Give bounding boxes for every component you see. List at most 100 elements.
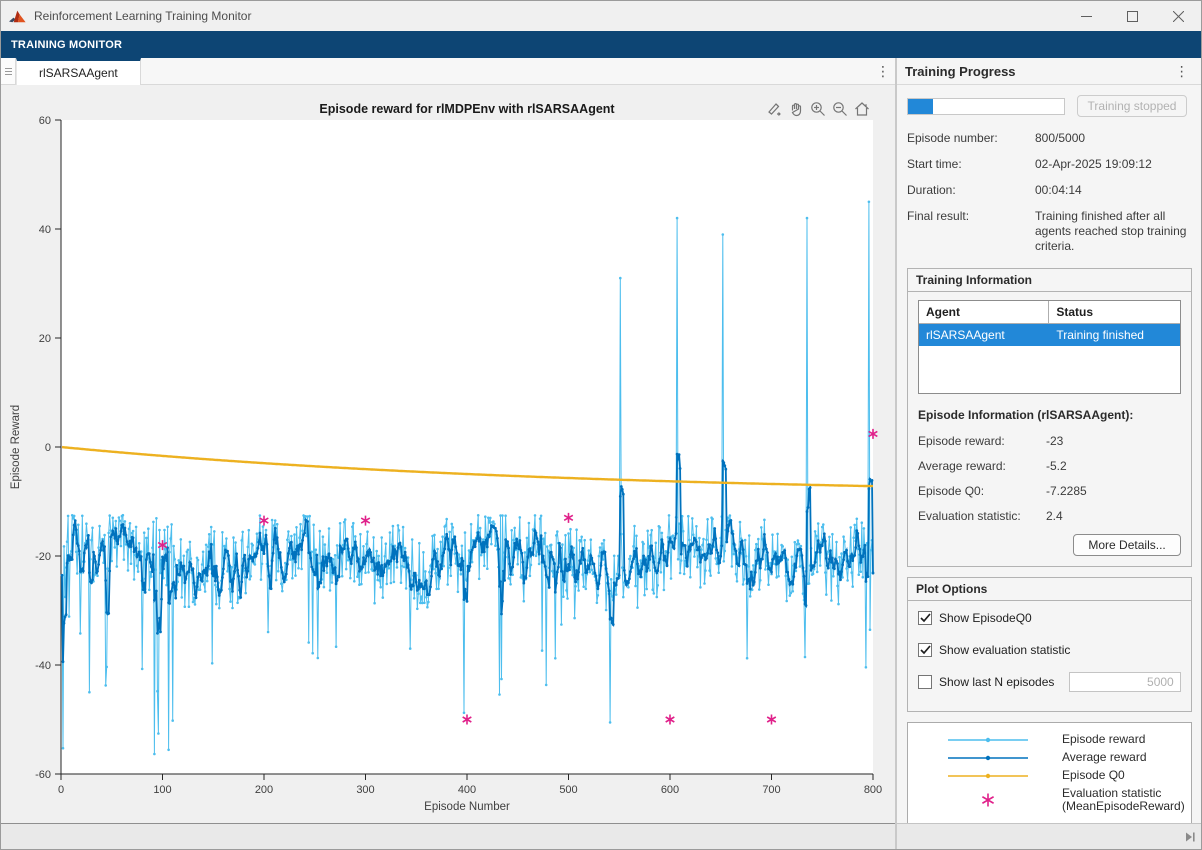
zoom-in-icon[interactable] — [808, 99, 827, 118]
title-bar: Reinforcement Learning Training Monitor — [1, 1, 1201, 31]
cell-status: Training finished — [1049, 324, 1179, 346]
svg-text:400: 400 — [458, 784, 476, 796]
episode-reward-line-swatch — [914, 736, 1062, 744]
cell-agent: rlSARSAAgent — [919, 324, 1049, 346]
stat-value: -5.2 — [1046, 459, 1067, 473]
checkbox-label: Show last N episodes — [939, 675, 1054, 689]
svg-text:-60: -60 — [35, 769, 51, 781]
restore-view-icon[interactable] — [852, 99, 871, 118]
stat-label: Evaluation statistic: — [918, 509, 1046, 523]
show-evaluation-statistic-row: Show evaluation statistic — [918, 641, 1181, 659]
stat-label: Average reward: — [918, 459, 1046, 473]
episode-information-header: Episode Information (rlSARSAAgent): — [918, 408, 1181, 422]
training-progress-bar — [907, 98, 1065, 115]
zoom-out-icon[interactable] — [830, 99, 849, 118]
show-evaluation-statistic-checkbox[interactable] — [918, 643, 932, 657]
show-episodeq0-row: Show EpisodeQ0 — [918, 609, 1181, 627]
legend-label: Episode reward — [1062, 733, 1145, 746]
tab-list-button[interactable] — [1, 58, 16, 84]
svg-text:-40: -40 — [35, 660, 51, 672]
toolstrip: TRAINING MONITOR — [1, 31, 1201, 58]
training-information-header: Training Information — [908, 269, 1191, 292]
close-button[interactable] — [1155, 1, 1201, 31]
evaluation-statistic-asterisk-swatch — [914, 791, 1062, 809]
field-value: Training finished after all agents reach… — [1035, 209, 1187, 254]
svg-text:300: 300 — [356, 784, 374, 796]
training-chart[interactable]: Episode reward for rlMDPEnv with rlSARSA… — [1, 85, 895, 823]
svg-text:-20: -20 — [35, 551, 51, 563]
legend-item-average-reward: Average reward — [914, 751, 1185, 764]
edit-plot-icon[interactable] — [764, 99, 783, 118]
checkbox-label: Show evaluation statistic — [939, 643, 1070, 657]
legend-item-evaluation-statistic: Evaluation statistic (MeanEpisodeReward) — [914, 787, 1185, 813]
column-header-agent: Agent — [919, 301, 1049, 323]
progress-row: Training stopped — [907, 95, 1192, 117]
svg-text:Episode Reward: Episode Reward — [10, 405, 22, 489]
show-episodeq0-checkbox[interactable] — [918, 611, 932, 625]
panel-header: Training Progress ⋮ — [897, 58, 1202, 85]
tab-list-icon — [5, 68, 12, 75]
svg-text:600: 600 — [661, 784, 679, 796]
legend-label: Episode Q0 — [1062, 769, 1125, 782]
field-value: 02-Apr-2025 19:09:12 — [1035, 157, 1187, 172]
field-label: Episode number: — [907, 131, 1035, 146]
stat-average-reward: Average reward: -5.2 — [918, 459, 1181, 473]
svg-text:100: 100 — [153, 784, 171, 796]
field-value: 00:04:14 — [1035, 183, 1187, 198]
legend-label: Evaluation statistic (MeanEpisodeReward) — [1062, 787, 1185, 813]
maximize-button[interactable] — [1109, 1, 1155, 31]
app-window: Reinforcement Learning Training Monitor … — [0, 0, 1202, 850]
field-final-result: Final result: Training finished after al… — [907, 209, 1192, 254]
toolstrip-tab-training-monitor[interactable]: TRAINING MONITOR — [11, 39, 122, 51]
legend-item-episode-q0: Episode Q0 — [914, 769, 1185, 782]
svg-text:Episode Number: Episode Number — [424, 801, 510, 813]
window-title: Reinforcement Learning Training Monitor — [34, 9, 1063, 23]
legend-item-episode-reward: Episode reward — [914, 733, 1185, 746]
document-actions-kebab[interactable]: ⋮ — [871, 58, 895, 84]
pan-icon[interactable] — [786, 99, 805, 118]
svg-text:0: 0 — [58, 784, 64, 796]
training-progress-panel: Training Progress ⋮ Training stopped Epi… — [897, 58, 1202, 849]
stat-episode-reward: Episode reward: -23 — [918, 434, 1181, 448]
svg-text:20: 20 — [39, 333, 51, 345]
field-label: Duration: — [907, 183, 1035, 198]
field-episode-number: Episode number: 800/5000 — [907, 131, 1192, 146]
svg-text:0: 0 — [45, 442, 51, 454]
episode-q0-line-swatch — [914, 772, 1062, 780]
training-stopped-button[interactable]: Training stopped — [1077, 95, 1187, 117]
last-n-episodes-input[interactable] — [1069, 672, 1181, 692]
column-header-status: Status — [1049, 301, 1179, 323]
field-duration: Duration: 00:04:14 — [907, 183, 1192, 198]
document-area: rlSARSAAgent ⋮ — [1, 58, 895, 849]
plot-options-group: Plot Options Show EpisodeQ0 — [907, 577, 1192, 712]
plot-options-header: Plot Options — [908, 578, 1191, 601]
show-last-n-episodes-row: Show last N episodes — [918, 673, 1181, 691]
stat-evaluation-statistic: Evaluation statistic: 2.4 — [918, 509, 1181, 523]
stat-value: 2.4 — [1046, 509, 1063, 523]
panel-body: Training stopped Episode number: 800/500… — [897, 85, 1202, 823]
stat-label: Episode Q0: — [918, 484, 1046, 498]
field-label: Start time: — [907, 157, 1035, 172]
svg-text:Episode reward for rlMDPEnv wi: Episode reward for rlMDPEnv with rlSARSA… — [319, 102, 615, 116]
svg-text:40: 40 — [39, 224, 51, 236]
document-tab-strip: rlSARSAAgent ⋮ — [1, 58, 895, 85]
window-controls — [1063, 1, 1201, 31]
more-details-button[interactable]: More Details... — [1073, 534, 1180, 556]
panel-title: Training Progress — [905, 64, 1170, 79]
main-area: rlSARSAAgent ⋮ — [1, 58, 1201, 849]
axes-toolbar — [764, 99, 871, 118]
table-row[interactable]: rlSARSAAgent Training finished — [919, 324, 1180, 346]
svg-text:200: 200 — [255, 784, 273, 796]
panel-actions-kebab[interactable]: ⋮ — [1170, 63, 1194, 80]
chart-legend: Episode reward Average reward Episode Q0 — [907, 722, 1192, 823]
svg-text:700: 700 — [762, 784, 780, 796]
minimize-button[interactable] — [1063, 1, 1109, 31]
expand-panel-icon[interactable] — [1184, 831, 1196, 843]
tab-rlsarsaagent[interactable]: rlSARSAAgent — [16, 58, 141, 85]
show-last-n-episodes-checkbox[interactable] — [918, 675, 932, 689]
table-header-row: Agent Status — [919, 301, 1180, 324]
field-label: Final result: — [907, 209, 1035, 254]
legend-label: Average reward — [1062, 751, 1147, 764]
stat-value: -23 — [1046, 434, 1063, 448]
average-reward-line-swatch — [914, 754, 1062, 762]
